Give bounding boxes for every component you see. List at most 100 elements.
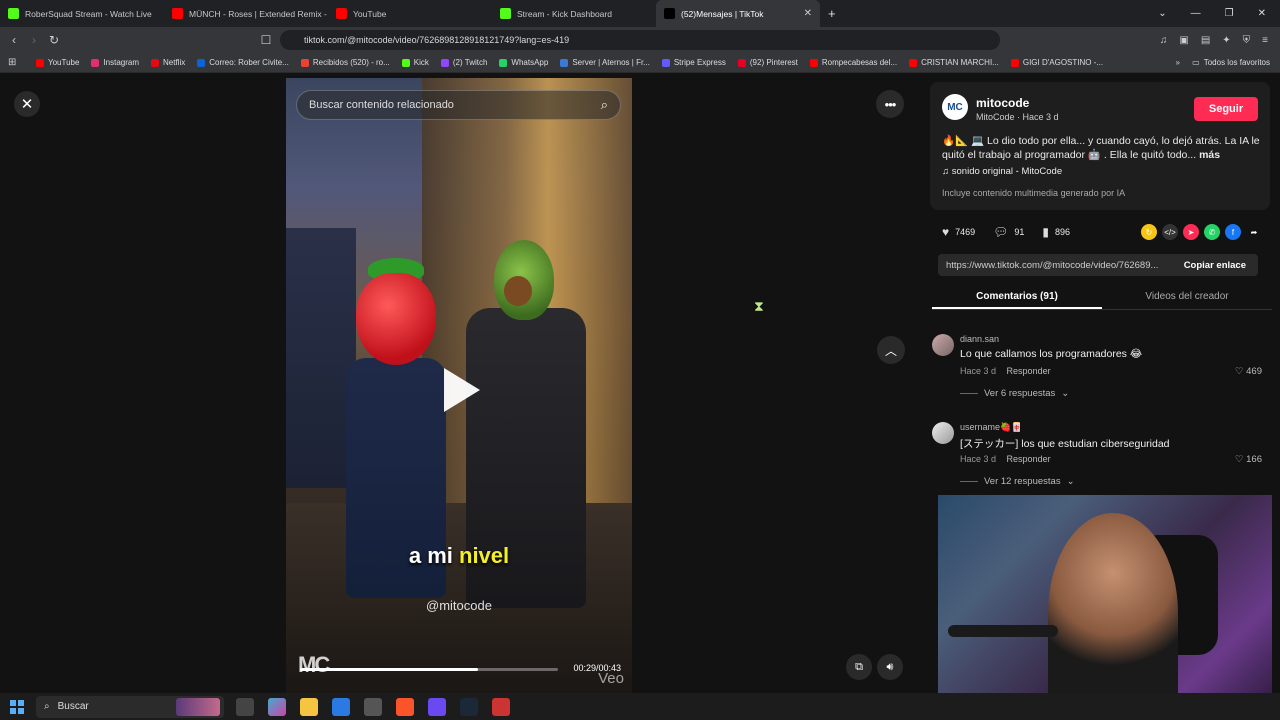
comment-user[interactable]: username🍓🀄 <box>960 422 1022 433</box>
action-bar: ♥ 7469 💬︎ 91 ▮ 896 ↻ </> ➤ ✆ f ➦ <box>942 222 1262 242</box>
view-replies-button[interactable]: Ver 12 respuestas ⌄ <box>960 476 1075 487</box>
video-player[interactable]: Buscar contenido relacionado ⌕ a mi nive… <box>286 78 632 693</box>
windows-start-icon[interactable] <box>10 699 24 714</box>
more-link[interactable]: más <box>1199 149 1220 161</box>
whatsapp-icon[interactable]: ✆ <box>1204 224 1220 240</box>
menu-icon[interactable]: ≡ <box>1262 35 1268 46</box>
tab-0[interactable]: RoberSquad Stream - Watch Live <box>0 0 164 27</box>
restore-button[interactable]: ❐ <box>1225 8 1234 19</box>
avatar[interactable]: MC <box>942 94 968 120</box>
avatar[interactable] <box>932 334 954 356</box>
follow-button[interactable]: Seguir <box>1194 97 1258 121</box>
search-icon[interactable]: ⌕ <box>601 97 608 113</box>
comment-text: [ステッカー] los que estudian ciberseguridad <box>960 438 1170 450</box>
bookmark-favicon-icon <box>560 58 569 67</box>
panel-tabs: Comentarios (91) Videos del creador <box>932 282 1272 310</box>
save-button[interactable]: ▮ 896 <box>1042 225 1070 239</box>
bookmark-item[interactable]: CRISTIAN MARCHI... <box>909 58 999 67</box>
comment-like-count: 469 <box>1246 366 1262 377</box>
bookmark-favicon-icon <box>440 58 449 67</box>
comment-like-button[interactable]: ♡ 166 <box>1235 454 1262 465</box>
all-bookmarks-folder[interactable]: ▭ Todos los favoritos <box>1192 58 1270 67</box>
ai-icon[interactable]: ✦ <box>1222 35 1230 46</box>
reply-button[interactable]: Responder <box>1007 366 1051 376</box>
bookmark-item[interactable]: WhatsApp <box>499 58 548 67</box>
taskbar-search[interactable]: ⌕ Buscar <box>36 695 224 718</box>
bookmark-label: Correo: Rober Civite... <box>209 58 289 67</box>
tab-2[interactable]: YouTube <box>328 0 492 27</box>
bookmark-item[interactable]: Server | Aternos | Fr... <box>560 58 650 67</box>
tab-1[interactable]: MÜNCH - Roses | Extended Remix - YouTube <box>164 0 328 27</box>
app-icon[interactable] <box>364 697 382 716</box>
tab-search-icon[interactable]: ⌄ <box>1158 8 1166 19</box>
bookmark-label: WhatsApp <box>511 58 549 67</box>
music-link[interactable]: ♫ sonido original - MitoCode <box>942 166 1062 177</box>
comment-like-button[interactable]: ♡ 469 <box>1235 366 1262 377</box>
tab-4[interactable]: (52)Mensajes | TikTok ✕ <box>656 0 820 27</box>
forward-icon[interactable]: › <box>24 33 44 47</box>
tab-creator-videos[interactable]: Videos del creador <box>1102 282 1272 309</box>
tab-comments[interactable]: Comentarios (91) <box>932 282 1102 309</box>
avatar[interactable] <box>932 422 954 444</box>
send-icon[interactable]: ➤ <box>1183 224 1199 240</box>
bookmark-item[interactable]: GIGI D'AGOSTINO -... <box>1010 58 1103 67</box>
bookmark-item[interactable]: Netflix <box>151 58 185 67</box>
app-icon-2[interactable] <box>492 697 510 716</box>
bookmark-label: YouTube <box>48 58 80 67</box>
share-icon[interactable]: ➦ <box>1246 224 1262 240</box>
task-view-icon[interactable] <box>236 697 254 716</box>
reply-button[interactable]: Responder <box>1007 454 1051 464</box>
bookmark-favicon-icon <box>1010 58 1019 67</box>
shield-icon[interactable]: ⛨ <box>1243 35 1251 46</box>
comment-user[interactable]: diann.san <box>960 334 999 344</box>
minimize-button[interactable]: — <box>1191 8 1201 19</box>
more-bookmarks-icon[interactable]: » <box>1176 58 1180 67</box>
author-name[interactable]: mitocode <box>976 96 1029 110</box>
close-window-button[interactable]: ✕ <box>1258 8 1266 19</box>
pip-button[interactable]: ⧉ <box>846 654 872 680</box>
store-icon[interactable] <box>332 697 350 716</box>
volume-button[interactable]: 🔊︎ <box>877 654 903 680</box>
embed-icon[interactable]: </> <box>1162 224 1178 240</box>
reload-icon[interactable]: ↻ <box>44 33 64 47</box>
bookmark-icon[interactable]: ☐ <box>256 33 276 47</box>
file-explorer-icon[interactable] <box>300 697 318 716</box>
brave-icon[interactable] <box>396 697 414 716</box>
back-icon[interactable]: ‹ <box>4 33 24 47</box>
obs-icon[interactable] <box>428 697 446 716</box>
related-search-input[interactable]: Buscar contenido relacionado ⌕ <box>296 90 621 120</box>
facebook-icon[interactable]: f <box>1225 224 1241 240</box>
play-icon[interactable] <box>444 368 480 412</box>
url-field[interactable]: tiktok.com/@mitocode/video/7626898128918… <box>280 30 1000 50</box>
bookmark-item[interactable]: Stripe Express <box>661 58 726 67</box>
save-count: 896 <box>1055 227 1071 237</box>
bookmark-item[interactable]: (2) Twitch <box>440 58 487 67</box>
bookmark-item[interactable]: Kick <box>401 58 429 67</box>
close-tab-icon[interactable]: ✕ <box>804 8 812 19</box>
close-video-button[interactable]: ✕ <box>14 91 40 117</box>
new-tab-button[interactable]: + <box>828 6 836 21</box>
bookmark-item[interactable]: Instagram <box>91 58 139 67</box>
bookmark-item[interactable]: Recibidos (520) - ro... <box>300 58 390 67</box>
wallet-icon[interactable]: ▤ <box>1201 35 1210 46</box>
copilot-icon[interactable] <box>268 697 286 716</box>
sidebar-icon[interactable]: ▣ <box>1179 35 1188 46</box>
comment-button[interactable]: 💬︎ 91 <box>993 225 1024 239</box>
progress-bar[interactable] <box>300 668 558 671</box>
copy-link-button[interactable]: Copiar enlace <box>1184 260 1246 271</box>
music-icon[interactable]: ♫ <box>1160 35 1168 46</box>
bookmark-item[interactable]: YouTube <box>36 58 79 67</box>
bookmark-item[interactable]: Rompecabesas del... <box>809 58 897 67</box>
repost-icon[interactable]: ↻ <box>1141 224 1157 240</box>
view-replies-button[interactable]: Ver 6 respuestas ⌄ <box>960 388 1069 399</box>
apps-icon[interactable]: ⊞ <box>8 57 16 68</box>
previous-video-button[interactable]: ︿ <box>877 336 905 364</box>
kick-icon <box>8 8 19 19</box>
like-button[interactable]: ♥ 7469 <box>942 225 975 239</box>
bookmark-item[interactable]: (92) Pinterest <box>737 58 798 67</box>
tab-3[interactable]: Stream - Kick Dashboard <box>492 0 656 27</box>
chevron-down-icon: ⌄ <box>1061 388 1070 399</box>
bookmark-item[interactable]: Correo: Rober Civite... <box>197 58 289 67</box>
steam-icon[interactable] <box>460 697 478 716</box>
more-options-button[interactable]: ••• <box>876 90 904 118</box>
